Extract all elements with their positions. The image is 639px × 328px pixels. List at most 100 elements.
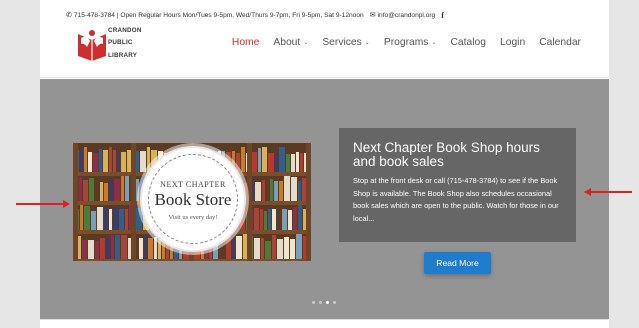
phone-icon: ✆: [66, 12, 72, 19]
book-spine: [298, 205, 302, 230]
book-spine: [291, 176, 297, 201]
book-store-badge: NEXT CHAPTER Book Store Visit us every d…: [140, 146, 246, 252]
book-spine: [262, 147, 268, 172]
book-spine: [268, 209, 271, 230]
nav-home[interactable]: Home: [232, 37, 259, 48]
book-spine: [262, 179, 265, 201]
book-spine: [266, 177, 269, 201]
book-spine: [121, 234, 127, 259]
book-spine: [148, 238, 153, 259]
book-spine: [296, 151, 300, 172]
book-spine: [119, 208, 124, 230]
shelf-post: [306, 143, 311, 261]
library-logo[interactable]: CRANDON PUBLIC LIBRARY: [76, 26, 146, 64]
shelf-post: [247, 143, 252, 261]
facebook-icon[interactable]: f: [441, 11, 444, 20]
book-spine: [265, 240, 271, 259]
book-spine: [284, 236, 289, 259]
email-link[interactable]: info@crandonpl.org: [378, 12, 436, 19]
book-spine: [83, 180, 88, 201]
book-spine: [125, 175, 129, 201]
book-spine: [120, 151, 126, 172]
book-spine: [79, 177, 82, 201]
book-spine: [258, 148, 262, 172]
book-spine: [279, 181, 283, 201]
annotation-arrow-left-icon: [584, 188, 632, 196]
book-spine: [275, 153, 279, 172]
book-spine: [92, 153, 98, 172]
book-spine: [97, 207, 103, 230]
nav-programs[interactable]: Programs ⌄: [384, 37, 437, 48]
book-spine: [296, 234, 302, 259]
read-more-button[interactable]: Read More: [424, 252, 491, 274]
header-divider: [40, 77, 609, 78]
book-spine: [286, 153, 291, 172]
slider-dot-active[interactable]: [326, 301, 329, 304]
slider-dot[interactable]: [333, 301, 336, 304]
book-spine: [290, 238, 295, 259]
book-spine: [251, 151, 258, 172]
slider-dot[interactable]: [312, 301, 315, 304]
book-spine: [80, 204, 83, 230]
logo-line-1: CRANDON: [108, 27, 142, 34]
top-info-bar: ✆ 715-478-3784 | Open Regular Hours Mon/…: [66, 10, 444, 20]
book-spine: [88, 240, 94, 259]
book-spine: [282, 209, 287, 230]
book-spine: [114, 178, 120, 201]
book-spine: [95, 240, 99, 259]
book-spine: [106, 237, 110, 259]
book-spine: [102, 150, 108, 172]
annotation-arrow-right-icon: [16, 200, 70, 208]
book-spine: [83, 147, 87, 172]
slider-dot[interactable]: [319, 301, 322, 304]
book-spine: [254, 207, 259, 230]
book-spine: [300, 152, 304, 172]
nav-calendar[interactable]: Calendar: [539, 37, 581, 48]
book-spine: [270, 178, 273, 201]
email-icon: ✉: [369, 12, 376, 19]
badge-line-1: NEXT CHAPTER: [160, 180, 226, 189]
footer-edge: [40, 319, 609, 328]
nav-login[interactable]: Login: [500, 37, 525, 48]
nav-about[interactable]: About ⌄: [273, 37, 308, 48]
book-spine: [293, 207, 297, 230]
book-spine: [241, 147, 246, 172]
nav-services[interactable]: Services ⌄: [322, 37, 370, 48]
book-spine: [232, 238, 235, 259]
badge-line-2: Book Store: [154, 190, 232, 209]
chevron-down-icon: ⌄: [303, 40, 309, 46]
book-spine: [139, 151, 146, 172]
book-spine: [274, 181, 278, 201]
book-spine: [109, 208, 112, 230]
book-spine: [288, 209, 292, 230]
book-spine: [268, 152, 275, 172]
slide-body: Stop at the front desk or call (715-478-…: [353, 176, 559, 223]
book-spine: [277, 239, 283, 259]
book-spine: [89, 177, 94, 201]
book-spine: [298, 181, 301, 201]
book-spine: [91, 211, 96, 230]
book-spine: [121, 176, 124, 201]
slider-pagination: [312, 301, 336, 304]
nav-catalog[interactable]: Catalog: [451, 37, 487, 48]
book-spine: [98, 148, 102, 172]
hands-book-icon: [78, 30, 106, 61]
book-spine: [116, 150, 120, 172]
book-spine: [111, 234, 114, 259]
shelf-post: [73, 143, 78, 261]
chevron-down-icon: ⌄: [431, 40, 437, 46]
book-spine: [139, 237, 143, 259]
book-spine: [84, 206, 90, 230]
hero-slider[interactable]: NEXT CHAPTER Book Store Visit us every d…: [40, 79, 609, 319]
logo-line-2: PUBLIC: [108, 39, 133, 46]
phone-number[interactable]: 715-478-3784: [74, 12, 115, 19]
book-spine: [113, 207, 118, 230]
book-spine: [264, 210, 267, 230]
book-spine: [104, 207, 108, 230]
slide-caption: Next Chapter Book Shop hours and book sa…: [339, 128, 576, 242]
main-nav: Home About ⌄ Services ⌄ Programs ⌄ Catalog …: [218, 37, 581, 48]
book-spine: [272, 234, 276, 259]
book-spine: [144, 234, 147, 259]
book-spine: [254, 238, 260, 259]
book-spine: [255, 182, 261, 201]
